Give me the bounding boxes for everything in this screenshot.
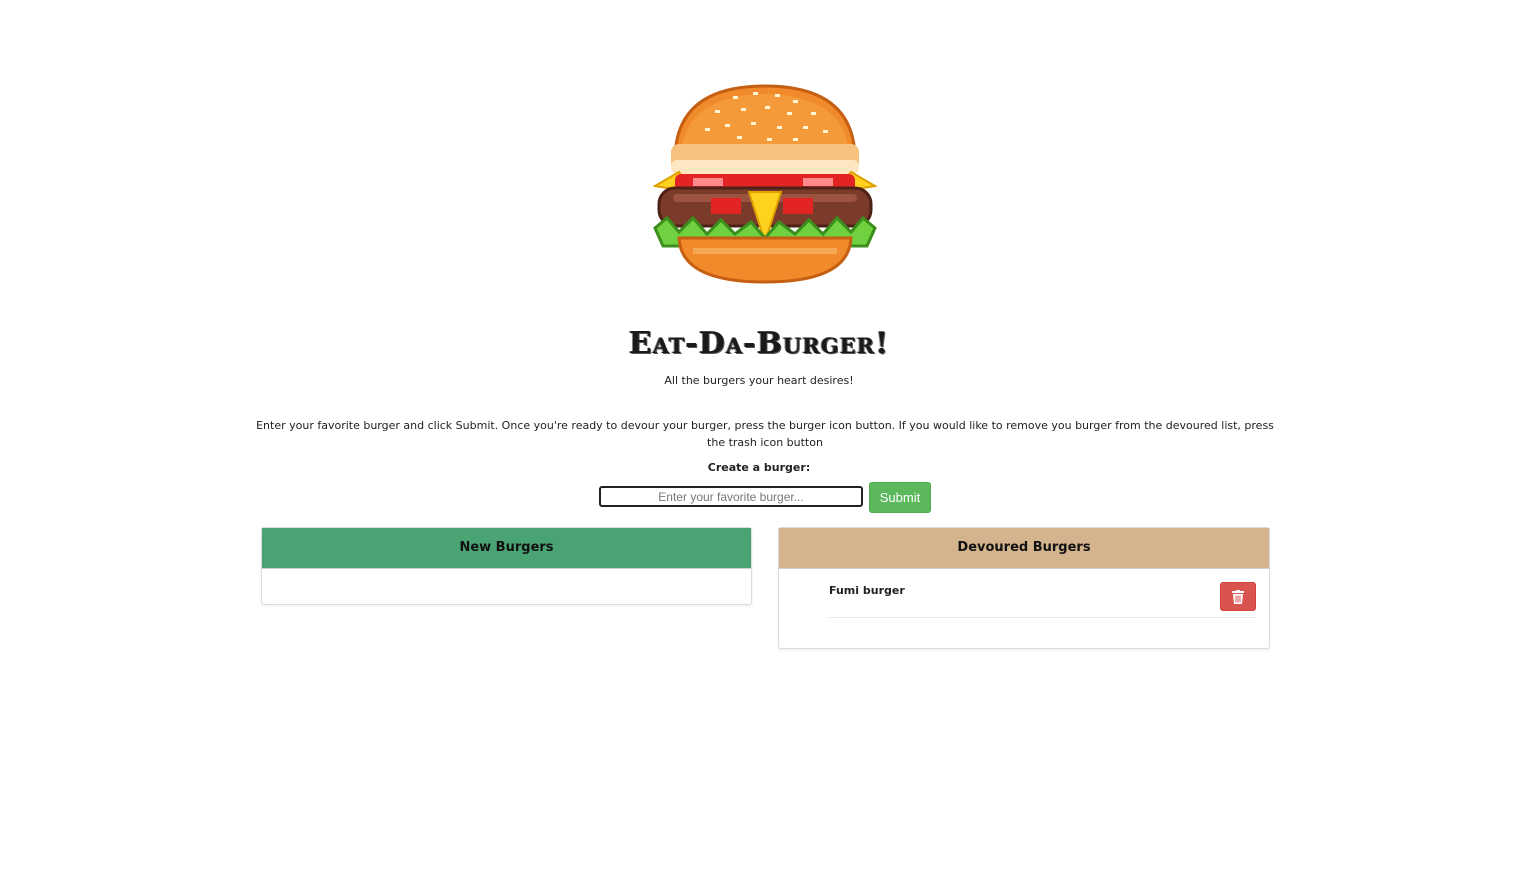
submit-button[interactable]: Submit [869,482,931,513]
delete-burger-button[interactable] [1220,582,1256,611]
burger-name: Fumi burger [829,584,905,597]
devoured-burgers-panel: Devoured Burgers Fumi burger [778,527,1270,649]
burger-logo [652,82,878,286]
instructions-text: Enter your favorite burger and click Sub… [256,419,1274,449]
trash-icon [1232,589,1244,604]
new-burgers-header: New Burgers [262,528,751,569]
burger-name-input[interactable] [599,486,863,507]
page-title: Eat-Da-Burger! [628,326,890,361]
devoured-burgers-header: Devoured Burgers [779,528,1269,569]
list-item: Fumi burger [829,582,1256,618]
new-burgers-panel: New Burgers [261,527,752,605]
page-subtitle: All the burgers your heart desires! [664,374,854,387]
burger-icon [652,84,878,284]
create-burger-label: Create a burger: [707,461,811,474]
page: Eat-Da-Burger! All the burgers your hear… [0,0,1518,876]
